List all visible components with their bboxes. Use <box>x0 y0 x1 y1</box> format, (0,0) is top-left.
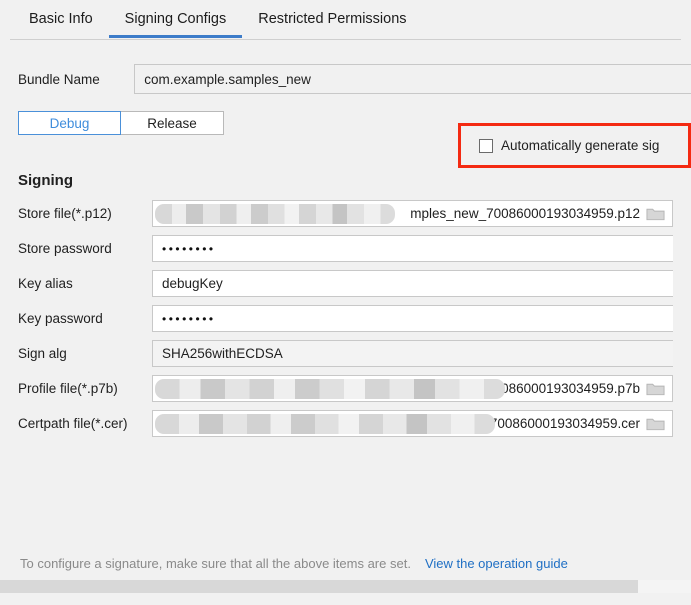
tab-basic-info[interactable]: Basic Info <box>13 0 109 38</box>
field-row-sign-alg: Sign alg SHA256withECDSA <box>0 340 691 367</box>
operation-guide-link[interactable]: View the operation guide <box>425 556 568 571</box>
folder-icon[interactable] <box>646 206 665 222</box>
profile-file-value: _debug_samples_new_70086000193034959.p7b <box>343 381 640 396</box>
bundle-name-value: com.example.samples_new <box>144 71 311 87</box>
profile-file-input[interactable]: _debug_samples_new_70086000193034959.p7b <box>152 375 673 402</box>
variant-debug-label: Debug <box>49 115 90 131</box>
footer: To configure a signature, make sure that… <box>0 556 691 571</box>
field-row-store-file: Store file(*.p12) mples_new_700860001930… <box>0 200 691 227</box>
field-label: Store file(*.p12) <box>18 206 112 221</box>
field-row-profile-file: Profile file(*.p7b) _debug_samples_new_7… <box>0 375 691 402</box>
folder-icon[interactable] <box>646 416 665 432</box>
field-label: Profile file(*.p7b) <box>18 381 118 396</box>
field-row-certpath-file: Certpath file(*.cer) g_samples_new_70086… <box>0 410 691 437</box>
key-password-value: •••••••• <box>162 311 216 326</box>
build-variant-selector: Debug Release <box>18 111 224 135</box>
variant-release-label: Release <box>147 115 197 131</box>
field-label: Key password <box>18 311 103 326</box>
bundle-name-label: Bundle Name <box>18 71 100 87</box>
signing-form: Store file(*.p12) mples_new_700860001930… <box>0 200 691 445</box>
field-row-key-alias: Key alias debugKey <box>0 270 691 297</box>
variant-debug-button[interactable]: Debug <box>18 111 121 135</box>
store-password-input[interactable]: •••••••• <box>152 235 673 262</box>
store-password-value: •••••••• <box>162 241 216 256</box>
sign-alg-input[interactable]: SHA256withECDSA <box>152 340 673 367</box>
auto-generate-signature-checkbox[interactable] <box>479 138 493 153</box>
tab-label: Basic Info <box>29 11 93 27</box>
field-label: Key alias <box>18 276 73 291</box>
tab-signing-configs[interactable]: Signing Configs <box>108 0 243 38</box>
field-label: Certpath file(*.cer) <box>18 416 128 431</box>
tab-restricted-permissions[interactable]: Restricted Permissions <box>242 0 422 38</box>
tab-bar-divider <box>10 39 681 40</box>
bundle-name-input[interactable]: com.example.samples_new <box>134 64 691 94</box>
auto-generate-signature-highlight: Automatically generate sig <box>458 123 691 168</box>
key-alias-input[interactable]: debugKey <box>152 270 673 297</box>
scrollbar-thumb[interactable] <box>0 580 638 593</box>
folder-icon[interactable] <box>646 381 665 397</box>
store-file-value: mples_new_70086000193034959.p12 <box>410 206 640 221</box>
active-tab-indicator <box>108 35 243 38</box>
key-password-input[interactable]: •••••••• <box>152 305 673 332</box>
sign-alg-value: SHA256withECDSA <box>162 346 283 361</box>
certpath-file-value: g_samples_new_70086000193034959.cer <box>384 416 640 431</box>
certpath-file-input[interactable]: g_samples_new_70086000193034959.cer <box>152 410 673 437</box>
tab-label: Restricted Permissions <box>258 11 407 27</box>
field-row-key-password: Key password •••••••• <box>0 305 691 332</box>
bundle-name-row: Bundle Name com.example.samples_new <box>0 64 691 94</box>
auto-generate-signature-label: Automatically generate sig <box>501 138 660 153</box>
key-alias-value: debugKey <box>162 276 223 291</box>
tab-bar: Basic Info Signing Configs Restricted Pe… <box>0 0 691 41</box>
field-label: Sign alg <box>18 346 67 361</box>
tab-label: Signing Configs <box>124 11 227 27</box>
field-label: Store password <box>18 241 112 256</box>
footer-hint-text: To configure a signature, make sure that… <box>20 556 411 571</box>
store-file-input[interactable]: mples_new_70086000193034959.p12 <box>152 200 673 227</box>
field-row-store-password: Store password •••••••• <box>0 235 691 262</box>
signing-section-title: Signing <box>18 172 73 189</box>
horizontal-scrollbar[interactable] <box>0 580 691 593</box>
variant-release-button[interactable]: Release <box>121 111 224 135</box>
